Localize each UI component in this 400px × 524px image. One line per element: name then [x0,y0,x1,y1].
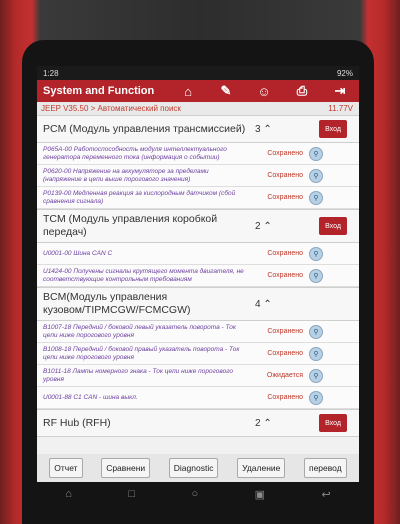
edit-icon[interactable]: ✎ [207,80,245,102]
module-row: RF Hub (RFH) 2 ⌃ Вход [37,409,359,437]
report-button[interactable]: Отчет [49,458,83,478]
module-count: 4 ⌃ [255,298,272,310]
gallery-nav-icon[interactable]: ▣ [255,488,265,501]
dtc-row: B1011-18 Лампы номерного знака - Ток цеп… [37,365,359,387]
dtc-status: Сохранено [267,172,303,179]
breadcrumb-path: JEEP V35.50 > Автоматический поиск [41,104,181,113]
device-screen: 1:28 92% System and Function ⌂ ✎ ☺ ⎙ ⇥ J… [37,66,359,482]
home-icon[interactable]: ⌂ [169,80,207,102]
android-nav-bar: ⌂ □ ○ ▣ ↩ [37,482,359,506]
dtc-status: Ожидается [266,372,303,379]
app-header: System and Function ⌂ ✎ ☺ ⎙ ⇥ [37,80,359,102]
diagnostic-button[interactable]: Diagnostic [168,458,219,478]
dtc-status: Сохранено [267,272,303,279]
dtc-status: Сохранено [267,194,303,201]
magnifier-icon[interactable]: ⚲ [309,368,323,383]
module-row: TCM (Модуль управления коробкой передач)… [37,209,359,243]
dtc-row: U1424-00 Получены сигналы крутящего моме… [37,265,359,287]
magnifier-icon[interactable]: ⚲ [309,268,323,283]
enter-button[interactable]: Вход [319,217,347,235]
dtc-description: B1011-18 Лампы номерного знака - Ток цеп… [43,367,233,383]
magnifier-icon[interactable]: ⚲ [309,246,323,261]
page-title: System and Function [43,85,155,97]
module-count: 2 ⌃ [255,220,272,232]
dtc-description: P065A-00 Работоспособность модуля интелл… [43,145,227,161]
status-time: 1:28 [43,68,59,78]
dtc-status: Сохранено [267,150,303,157]
enter-button[interactable]: Вход [319,414,347,432]
delete-button[interactable]: Удаление [237,458,286,478]
print-icon[interactable]: ⎙ [283,80,321,102]
back-nav-icon[interactable]: ↩ [321,488,330,501]
enter-button[interactable]: Вход [319,120,347,138]
dtc-row: B1007-18 Передний / боковой левый указат… [37,321,359,343]
dtc-status: Сохранено [267,250,303,257]
module-count: 2 ⌃ [255,417,272,429]
dtc-description: U0001-88 C1 CAN - шина выкл. [43,393,138,401]
dtc-row: P0139-00 Медленная реакция за кислородны… [37,187,359,209]
magnifier-icon[interactable]: ⚲ [309,168,323,183]
dtc-status: Сохранено [267,350,303,357]
module-name: RF Hub (RFH) [43,416,111,429]
dtc-status: Сохранено [267,394,303,401]
module-row: PCM (Модуль управления трансмиссией) 3 ⌃… [37,115,359,143]
compare-button[interactable]: Сравнени [101,458,151,478]
dtc-description: P0620-00 Напряжение на аккумуляторе за п… [43,167,209,183]
home-nav-icon[interactable]: ⌂ [65,488,72,500]
battery-voltage: 11.77V [328,104,353,113]
dtc-description: B1007-18 Передний / боковой левый указат… [43,323,236,339]
dtc-row: U0001-88 C1 CAN - шина выкл. Сохранено ⚲ [37,387,359,409]
dtc-row: B1008-18 Передний / боковой правый указа… [37,343,359,365]
module-name: BCM(Модуль управления кузовом/TIPMCGW/FC… [43,291,191,316]
translate-button[interactable]: перевод [303,458,347,478]
user-icon[interactable]: ☺ [245,80,283,102]
module-name: TCM (Модуль управления коробкой передач) [43,213,218,238]
dtc-description: B1008-18 Передний / боковой правый указа… [43,345,240,361]
recents-nav-icon[interactable]: □ [128,488,135,500]
exit-icon[interactable]: ⇥ [321,80,359,102]
dtc-row: P065A-00 Работоспособность модуля интелл… [37,143,359,165]
magnifier-icon[interactable]: ⚲ [309,190,323,205]
dtc-row: P0620-00 Напряжение на аккумуляторе за п… [37,165,359,187]
dtc-description: P0139-00 Медленная реакция за кислородны… [43,189,236,205]
breadcrumb: JEEP V35.50 > Автоматический поиск 11.77… [37,102,359,115]
bottom-toolbar: Отчет Сравнени Diagnostic Удаление перев… [37,454,359,482]
magnifier-icon[interactable]: ⚲ [309,346,323,361]
magnifier-icon[interactable]: ⚲ [309,390,323,405]
module-row: BCM(Модуль управления кузовом/TIPMCGW/FC… [37,287,359,321]
dtc-description: U1424-00 Получены сигналы крутящего моме… [43,267,244,283]
module-count: 3 ⌃ [255,123,272,135]
status-bar: 1:28 92% [37,66,359,80]
dtc-description: U0001-00 Шина CAN C [43,249,113,257]
dtc-list[interactable]: PCM (Модуль управления трансмиссией) 3 ⌃… [37,115,359,454]
magnifier-icon[interactable]: ⚲ [309,146,323,161]
dtc-status: Сохранено [267,328,303,335]
battery-level: 92% [336,68,353,78]
magnifier-icon[interactable]: ⚲ [309,324,323,339]
module-name: PCM (Модуль управления трансмиссией) [43,122,246,135]
circle-nav-icon[interactable]: ○ [191,488,198,500]
dtc-row: U0001-00 Шина CAN C Сохранено ⚲ [37,243,359,265]
